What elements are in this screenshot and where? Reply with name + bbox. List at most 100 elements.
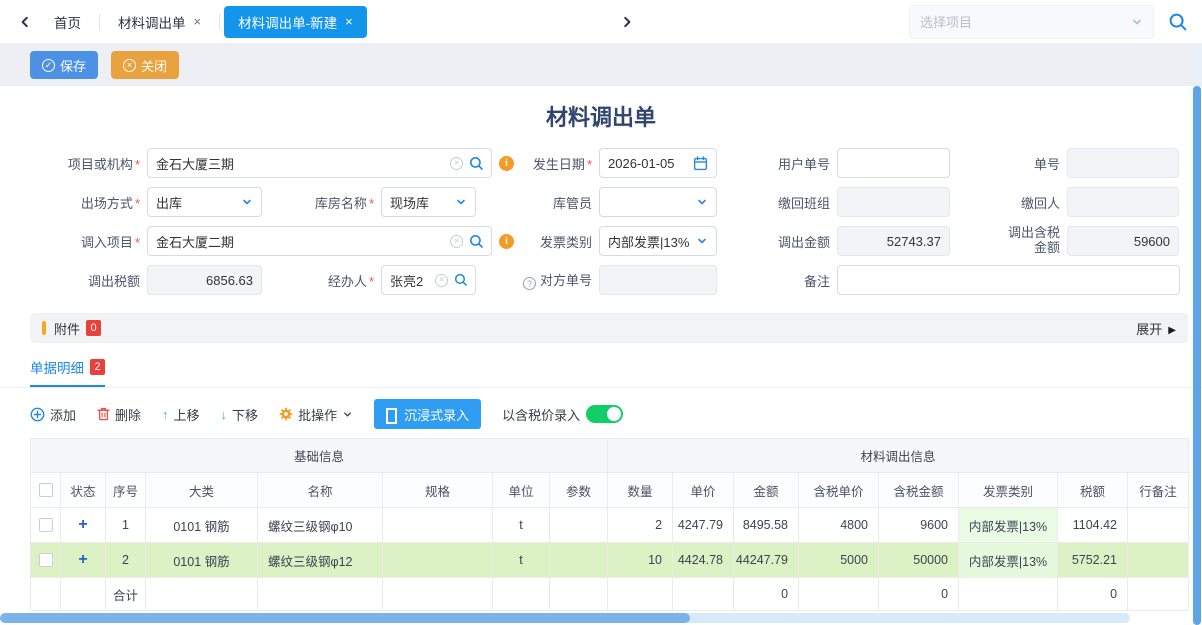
cell-param[interactable] bbox=[550, 543, 608, 578]
cell-seq: 2 bbox=[106, 543, 146, 578]
row-status-cell bbox=[61, 543, 106, 578]
project-select[interactable]: 选择项目 bbox=[909, 5, 1154, 39]
help-icon[interactable] bbox=[523, 277, 536, 290]
out-amount-taxed-input: 59600 bbox=[1067, 226, 1179, 256]
cell-qty[interactable]: 10 bbox=[608, 543, 673, 578]
column-header-row: 状态 序号 大类 名称 规格 单位 参数 数量 单价 金额 含税单价 含税金额 … bbox=[31, 473, 1189, 508]
out-amount-taxed-label: 调出含税金额 bbox=[950, 226, 1060, 256]
cell-name[interactable]: 螺纹三级钢φ12 bbox=[258, 543, 383, 578]
out-method-select[interactable]: 出库 bbox=[147, 187, 262, 217]
tab-home[interactable]: 首页 bbox=[36, 0, 99, 44]
document-card: 材料调出单 项目或机构 金石大厦三期 发生日期 2 bbox=[0, 86, 1202, 625]
horizontal-scrollbar-thumb[interactable] bbox=[0, 613, 690, 623]
clear-icon[interactable] bbox=[450, 235, 463, 248]
tabs-forward-icon[interactable] bbox=[616, 11, 638, 33]
tab-close-icon[interactable] bbox=[345, 15, 353, 28]
select-all-checkbox[interactable] bbox=[39, 483, 53, 497]
invoice-type-select[interactable]: 内部发票|13% bbox=[599, 226, 717, 256]
cell-unit[interactable]: t bbox=[493, 508, 550, 543]
cell-amount-taxed[interactable]: 50000 bbox=[879, 543, 959, 578]
out-amount-input: 52743.37 bbox=[837, 226, 950, 256]
date-input[interactable]: 2026-01-05 bbox=[599, 148, 717, 178]
expand-control[interactable]: 展开 bbox=[1136, 319, 1176, 338]
handler-input[interactable]: 张亮2 bbox=[381, 265, 476, 295]
vertical-scrollbar-thumb[interactable] bbox=[1193, 86, 1201, 625]
cell-price-taxed[interactable]: 4800 bbox=[799, 508, 879, 543]
out-amount-label: 调出金额 bbox=[717, 232, 830, 251]
move-down-button[interactable]: 下移 bbox=[221, 405, 259, 424]
tab-detail-lines[interactable]: 单据明细 2 bbox=[30, 357, 105, 387]
cell-amount[interactable]: 8495.58 bbox=[734, 508, 799, 543]
expand-arrow-icon bbox=[1168, 321, 1176, 336]
total-empty bbox=[1128, 578, 1189, 611]
user-no-input[interactable] bbox=[837, 148, 950, 178]
tab-material-out-new[interactable]: 材料调出单-新建 bbox=[224, 6, 367, 38]
keeper-select[interactable] bbox=[599, 187, 717, 217]
global-search-icon[interactable] bbox=[1168, 12, 1188, 32]
move-up-button[interactable]: 上移 bbox=[162, 405, 200, 424]
cell-tax[interactable]: 5752.21 bbox=[1058, 543, 1128, 578]
close-button[interactable]: 关闭 bbox=[111, 51, 179, 79]
remark-input[interactable] bbox=[837, 265, 1180, 295]
info-icon[interactable] bbox=[499, 234, 514, 249]
chevron-down-icon bbox=[241, 196, 253, 208]
page-title: 材料调出单 bbox=[0, 86, 1202, 148]
doc-no-input bbox=[1067, 148, 1179, 178]
info-icon[interactable] bbox=[499, 156, 514, 171]
cell-row-remark[interactable] bbox=[1128, 543, 1189, 578]
calendar-icon[interactable] bbox=[693, 156, 708, 171]
form-row: 调出税额 6856.63 经办人 张亮2 对方单号 bbox=[30, 265, 1180, 295]
trash-icon bbox=[97, 407, 110, 421]
cell-tax[interactable]: 1104.42 bbox=[1058, 508, 1128, 543]
cell-category[interactable]: 0101 钢筋 bbox=[146, 508, 258, 543]
batch-ops-label: 批操作 bbox=[298, 405, 337, 424]
batch-ops-button[interactable]: 批操作 bbox=[279, 405, 353, 424]
cell-price[interactable]: 4247.79 bbox=[673, 508, 734, 543]
tab-material-out-list[interactable]: 材料调出单 bbox=[100, 0, 219, 44]
warehouse-select[interactable]: 现场库 bbox=[381, 187, 476, 217]
search-icon[interactable] bbox=[469, 234, 484, 249]
tax-entry-toggle[interactable] bbox=[586, 405, 623, 423]
delete-row-button[interactable]: 删除 bbox=[97, 405, 141, 424]
cell-category[interactable]: 0101 钢筋 bbox=[146, 543, 258, 578]
date-value: 2026-01-05 bbox=[608, 156, 675, 171]
cell-invoice[interactable]: 内部发票|13% bbox=[959, 543, 1058, 578]
document-form: 项目或机构 金石大厦三期 发生日期 2026-01-05 bbox=[0, 148, 1202, 295]
cell-unit[interactable]: t bbox=[493, 543, 550, 578]
col-param: 参数 bbox=[550, 473, 608, 508]
row-checkbox[interactable] bbox=[39, 553, 53, 567]
search-icon[interactable] bbox=[469, 156, 484, 171]
cell-name[interactable]: 螺纹三级钢φ10 bbox=[258, 508, 383, 543]
row-add-icon[interactable] bbox=[78, 516, 87, 533]
cell-price-taxed[interactable]: 5000 bbox=[799, 543, 879, 578]
clear-icon[interactable] bbox=[450, 157, 463, 170]
gear-icon bbox=[279, 407, 293, 421]
row-checkbox[interactable] bbox=[39, 518, 53, 532]
cell-amount-taxed[interactable]: 9600 bbox=[879, 508, 959, 543]
return-team-input bbox=[837, 187, 950, 217]
clear-icon[interactable] bbox=[435, 274, 448, 287]
tabs-back-icon[interactable] bbox=[14, 11, 36, 33]
cell-price[interactable]: 4424.78 bbox=[673, 543, 734, 578]
immersive-entry-button[interactable]: 沉浸式录入 bbox=[374, 399, 481, 429]
row-add-icon[interactable] bbox=[78, 551, 87, 568]
cell-invoice[interactable]: 内部发票|13% bbox=[959, 508, 1058, 543]
cell-amount[interactable]: 44247.79 bbox=[734, 543, 799, 578]
save-button[interactable]: 保存 bbox=[30, 51, 98, 79]
out-tax-value: 6856.63 bbox=[206, 273, 253, 288]
add-row-button[interactable]: 添加 bbox=[30, 405, 76, 424]
total-empty bbox=[258, 578, 383, 611]
cell-row-remark[interactable] bbox=[1128, 508, 1189, 543]
total-amount: 0 bbox=[734, 578, 799, 611]
in-project-input[interactable]: 金石大厦二期 bbox=[147, 226, 492, 256]
search-icon[interactable] bbox=[454, 273, 468, 287]
project-input[interactable]: 金石大厦三期 bbox=[147, 148, 492, 178]
tab-close-icon[interactable] bbox=[194, 15, 202, 28]
cell-qty[interactable]: 2 bbox=[608, 508, 673, 543]
cell-spec[interactable] bbox=[383, 543, 493, 578]
row-status-cell bbox=[61, 508, 106, 543]
total-label: 合计 bbox=[106, 578, 146, 611]
cell-param[interactable] bbox=[550, 508, 608, 543]
cell-spec[interactable] bbox=[383, 508, 493, 543]
arrow-down-icon bbox=[221, 407, 228, 422]
